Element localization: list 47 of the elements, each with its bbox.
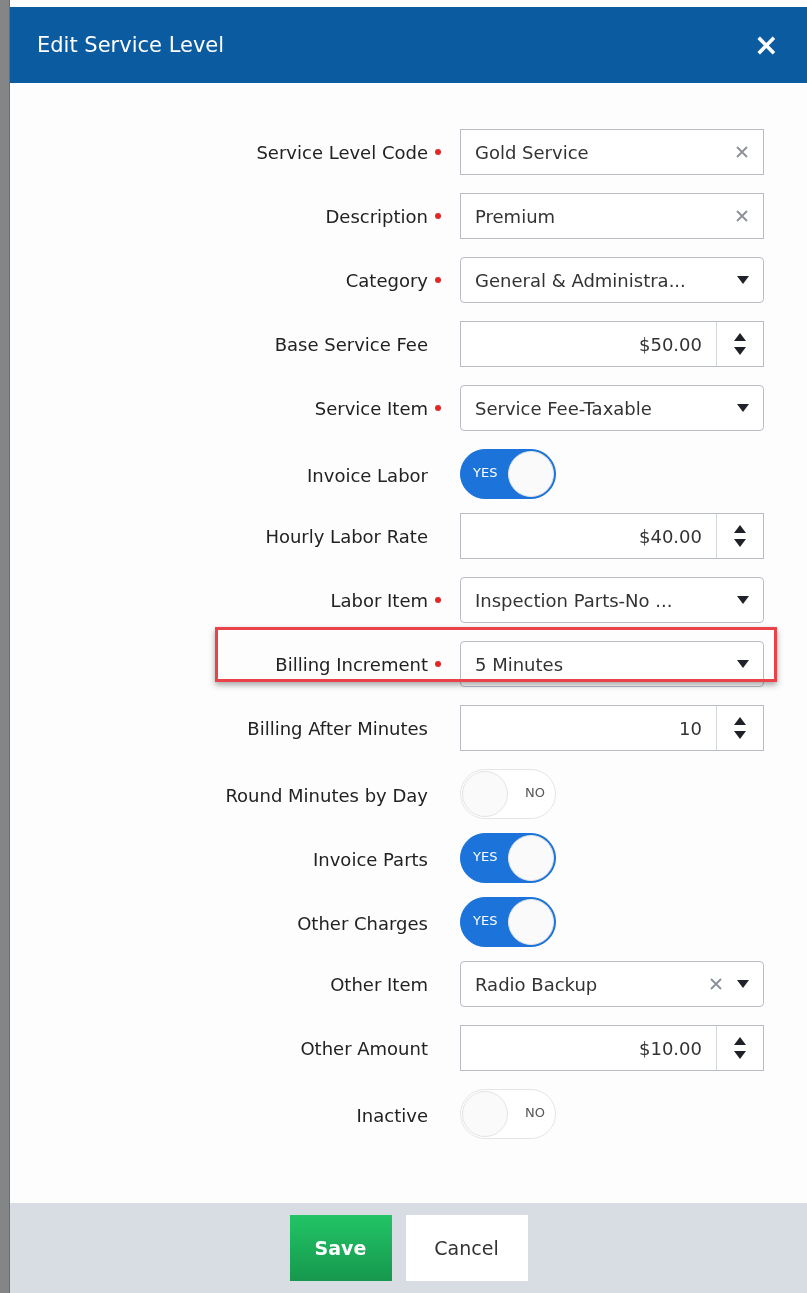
clear-icon[interactable] <box>735 209 749 223</box>
field-label: Category <box>345 269 428 291</box>
dropdown[interactable]: Inspection Parts-No ... <box>460 577 764 623</box>
spinner-icon[interactable] <box>734 716 746 740</box>
caret-icon[interactable] <box>737 980 749 988</box>
caret-icon[interactable] <box>737 276 749 284</box>
toggle-switch[interactable]: YES <box>460 449 556 499</box>
field-label: Invoice Parts <box>313 849 428 870</box>
spinner-icon[interactable] <box>734 1036 746 1060</box>
text-field[interactable]: Gold Service <box>460 129 764 175</box>
field-label: Base Service Fee <box>274 333 428 355</box>
dropdown[interactable]: 5 Minutes <box>460 641 764 687</box>
dialog-title: Edit Service Level <box>37 33 225 57</box>
close-button[interactable]: × <box>753 30 779 60</box>
field-label: Description <box>325 205 428 227</box>
field-label: Other Charges <box>297 913 428 934</box>
spinner-icon[interactable] <box>734 524 746 548</box>
field-label: Billing After Minutes <box>247 717 428 739</box>
dropdown[interactable]: Service Fee-Taxable <box>460 385 764 431</box>
field-label: Service Item <box>314 397 428 419</box>
field-label: Other Item <box>330 973 428 995</box>
field-label: Service Level Code <box>256 141 428 163</box>
caret-icon[interactable] <box>737 660 749 668</box>
text-field[interactable]: Premium <box>460 193 764 239</box>
caret-icon[interactable] <box>737 404 749 412</box>
field-label: Inactive <box>356 1105 428 1126</box>
field-label: Other Amount <box>300 1037 428 1059</box>
dropdown[interactable]: Radio Backup <box>460 961 764 1007</box>
number-field[interactable]: $50.00 <box>460 321 764 367</box>
toggle-switch[interactable]: YES <box>460 833 556 883</box>
field-label: Labor Item <box>330 589 428 611</box>
field-label: Hourly Labor Rate <box>265 525 428 547</box>
number-field[interactable]: 10 <box>460 705 764 751</box>
field-label: Invoice Labor <box>307 465 428 486</box>
toggle-switch[interactable]: YES <box>460 897 556 947</box>
field-label: Round Minutes by Day <box>225 785 428 806</box>
toggle-switch[interactable]: NO <box>460 769 556 819</box>
field-label: Billing Increment <box>275 653 428 675</box>
cancel-button[interactable]: Cancel <box>405 1215 528 1281</box>
clear-icon[interactable] <box>709 977 723 991</box>
caret-icon[interactable] <box>737 596 749 604</box>
toggle-switch[interactable]: NO <box>460 1089 556 1139</box>
dropdown[interactable]: General & Administra... <box>460 257 764 303</box>
spinner-icon[interactable] <box>734 332 746 356</box>
number-field[interactable]: $40.00 <box>460 513 764 559</box>
number-field[interactable]: $10.00 <box>460 1025 764 1071</box>
clear-icon[interactable] <box>735 145 749 159</box>
